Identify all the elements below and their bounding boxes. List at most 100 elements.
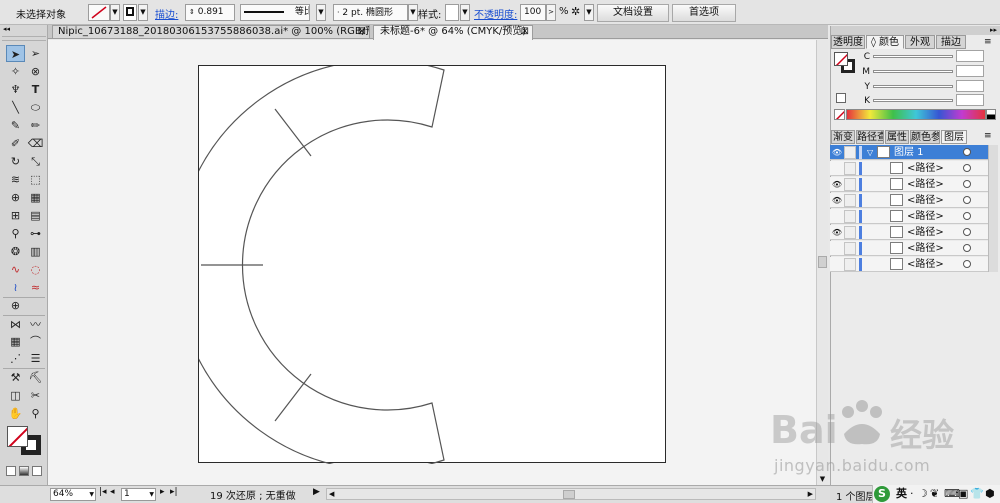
visibility-eye-icon[interactable]: 👁 — [831, 194, 843, 207]
layer-row-layer-1[interactable]: 👁 ▽ 图层 1 — [830, 145, 998, 160]
stepper-icon[interactable]: ⇕ — [189, 8, 195, 16]
path-eraser-tool-icon[interactable]: ≈ — [26, 279, 45, 296]
opacity-label[interactable]: 不透明度: — [474, 6, 517, 21]
path-name[interactable]: <路径> — [907, 162, 944, 175]
lock-toggle[interactable] — [844, 210, 856, 223]
last-artboard-icon[interactable]: ▸| — [170, 487, 178, 497]
visibility-eye-icon[interactable] — [831, 210, 843, 223]
pencil-tool-icon[interactable]: ✏ — [26, 117, 45, 134]
layer-row-path[interactable]: <路径> — [830, 241, 998, 256]
panel-menu-icon[interactable]: ≡ — [984, 131, 992, 141]
tab-appearance[interactable]: 外观 — [905, 35, 935, 49]
tab-color[interactable]: ◊ 颜色 — [866, 35, 904, 49]
target-icon[interactable] — [963, 244, 971, 252]
pen-tool-icon[interactable]: ♆ — [6, 81, 25, 98]
target-icon[interactable] — [963, 228, 971, 236]
color-mode-buttons[interactable] — [6, 466, 44, 477]
path-name[interactable]: <路径> — [907, 178, 944, 191]
visibility-eye-icon[interactable]: 👁 — [831, 226, 843, 239]
profile-dropdown[interactable]: ▼ — [316, 4, 326, 21]
stroke-label[interactable]: 描边: — [155, 6, 178, 21]
live-paint-select-icon[interactable]: ⛏ — [26, 369, 45, 386]
target-icon[interactable] — [963, 196, 971, 204]
paintbrush-tool-icon[interactable]: ✎ — [6, 117, 25, 134]
layer-row-path[interactable]: 👁 <路径> — [830, 193, 998, 208]
path-name[interactable]: <路径> — [907, 210, 944, 223]
layer-row-path[interactable]: 👁 <路径> — [830, 225, 998, 240]
none-swatch-icon[interactable] — [836, 93, 846, 103]
warp-tool-icon[interactable]: ≋ — [6, 171, 25, 188]
wave-tool-icon[interactable]: 〰 — [26, 316, 45, 333]
curve-tool-icon[interactable]: ∿ — [6, 261, 25, 278]
path-name[interactable]: <路径> — [907, 258, 944, 271]
tab-transparency[interactable]: 透明度 — [831, 35, 865, 49]
artboard[interactable] — [198, 65, 667, 464]
artboard-select[interactable]: 1 ▼ — [121, 488, 156, 501]
line-tool-icon[interactable]: ╲ — [6, 99, 25, 116]
layers-scrollbar[interactable] — [988, 145, 998, 272]
channel-y-slider[interactable] — [873, 85, 953, 88]
status-menu-arrow-icon[interactable]: ▶ — [313, 487, 320, 497]
tab-gradient[interactable]: 渐变 — [831, 130, 855, 144]
close-icon[interactable]: ⊠ — [521, 26, 529, 38]
free-transform-tool-icon[interactable]: ⬚ — [26, 171, 45, 188]
punctuation-icon[interactable]: · — [910, 486, 914, 501]
shape-builder-tool-icon[interactable]: ⊕ — [6, 189, 25, 206]
document-setup-button[interactable]: 文档设置 — [597, 4, 669, 22]
settings-icon[interactable]: ⬢ — [985, 486, 995, 501]
tab-layers[interactable]: 图层 — [941, 130, 967, 144]
close-icon[interactable]: ⊠ — [358, 26, 366, 38]
hand-tool-icon[interactable]: ✋ — [6, 405, 25, 422]
letter-c-artwork[interactable] — [199, 66, 667, 464]
type-tool-icon[interactable]: T — [26, 81, 45, 98]
target-icon[interactable] — [963, 164, 971, 172]
gradient-tool-icon[interactable]: ▤ — [26, 207, 45, 224]
tab-attributes[interactable]: 属性 — [885, 130, 909, 144]
channel-m-input[interactable] — [956, 65, 984, 77]
visibility-eye-icon[interactable]: 👁 — [831, 178, 843, 191]
visibility-eye-icon[interactable]: 👁 — [831, 146, 843, 159]
lock-toggle[interactable] — [844, 226, 856, 239]
channel-y-input[interactable] — [956, 80, 984, 92]
path-name[interactable]: <路径> — [907, 194, 944, 207]
sogou-logo-icon[interactable]: S — [874, 486, 890, 502]
lock-toggle[interactable] — [844, 146, 856, 159]
brush-definition[interactable]: · 2 pt. 椭圆形 — [333, 4, 408, 21]
layer-row-path[interactable]: 👁 <路径> — [830, 177, 998, 192]
visibility-eye-icon[interactable] — [831, 258, 843, 271]
brush-dropdown[interactable]: ▼ — [408, 4, 418, 21]
artboard-tool-icon[interactable]: ◫ — [6, 387, 25, 404]
skin-icon[interactable]: 👕 — [970, 486, 984, 501]
next-artboard-icon[interactable]: ▸ — [160, 487, 165, 497]
fill-swatch[interactable] — [88, 4, 110, 21]
live-paint-tool-icon[interactable]: ⚒ — [6, 369, 25, 386]
spiral-tool-icon[interactable]: ◌ — [26, 261, 45, 278]
target-icon[interactable] — [963, 260, 971, 268]
channel-k-slider[interactable] — [873, 99, 953, 102]
list-tool-icon[interactable]: ☰ — [26, 350, 45, 367]
chevron-down-icon[interactable]: ▼ — [89, 489, 94, 500]
crosshair-tool-icon[interactable]: ⊕ — [6, 297, 25, 314]
path-name[interactable]: <路径> — [907, 242, 944, 255]
zoom-select[interactable]: 64% ▼ — [50, 488, 96, 501]
previous-artboard-icon[interactable]: ◂ — [110, 487, 115, 497]
layer-name[interactable]: 图层 1 — [894, 146, 924, 159]
lasso-tool-icon[interactable]: ⊗ — [26, 63, 45, 80]
fill-stroke-swatches[interactable] — [6, 426, 44, 458]
ellipse-tool-icon[interactable]: ⬭ — [26, 99, 45, 116]
ime-language-toggle[interactable]: 英 — [896, 486, 907, 501]
recolor-icon[interactable]: ✲ — [571, 5, 580, 18]
layer-row-path[interactable]: <路径> — [830, 161, 998, 176]
opacity-dropdown[interactable]: > — [546, 4, 556, 21]
layer-row-path[interactable]: <路径> — [830, 209, 998, 224]
tab-untitled-6[interactable]: 未标题-6* @ 64% (CMYK/预览) ⊠ — [373, 25, 533, 40]
first-artboard-icon[interactable]: |◂ — [99, 487, 107, 497]
chevron-down-icon[interactable]: ▼ — [149, 489, 154, 500]
panel-menu-icon[interactable]: ≡ — [984, 37, 992, 47]
grid-tool-icon[interactable]: ▦ — [6, 333, 25, 350]
toolbox-icon[interactable]: ▣ — [958, 486, 968, 501]
blob-brush-tool-icon[interactable]: ✐ — [6, 135, 25, 152]
column-graph-tool-icon[interactable]: ▥ — [26, 243, 45, 260]
blend-tool-icon[interactable]: ⊶ — [26, 225, 45, 242]
smooth-tool-icon[interactable]: ≀ — [6, 279, 25, 296]
